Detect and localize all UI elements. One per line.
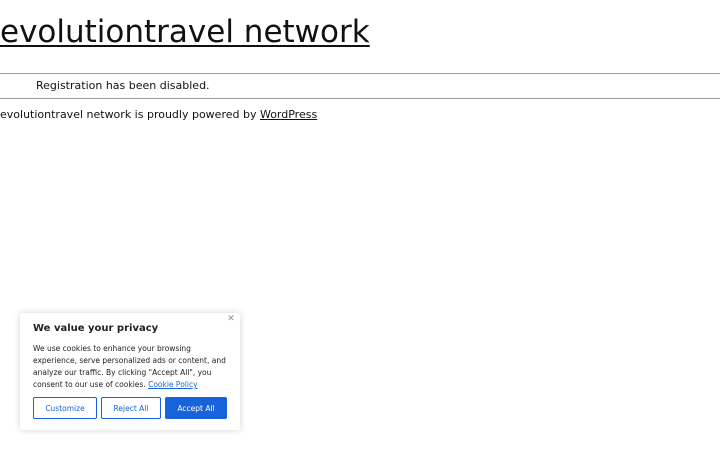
cookie-banner-title: We value your privacy — [33, 323, 159, 334]
footer-text: evolutiontravel network is proudly power… — [0, 108, 260, 121]
cookie-consent-banner: ✕ We value your privacy We use cookies t… — [20, 313, 240, 430]
divider-top — [0, 73, 720, 74]
customize-button[interactable]: Customize — [33, 397, 97, 419]
close-icon[interactable]: ✕ — [226, 314, 236, 324]
reject-all-button[interactable]: Reject All — [101, 397, 161, 419]
registration-notice: Registration has been disabled. — [36, 79, 210, 92]
accept-all-button[interactable]: Accept All — [165, 397, 227, 419]
cookie-banner-actions: Customize Reject All Accept All — [33, 397, 227, 419]
site-title-link[interactable]: evolutiontravel network — [0, 14, 370, 50]
cookie-policy-link[interactable]: Cookie Policy — [148, 380, 197, 389]
wordpress-link[interactable]: WordPress — [260, 108, 317, 121]
divider-bottom — [0, 98, 720, 99]
footer-credit: evolutiontravel network is proudly power… — [0, 108, 317, 121]
cookie-banner-text: We use cookies to enhance your browsing … — [33, 343, 227, 391]
page: evolutiontravel network Registration has… — [0, 0, 720, 450]
